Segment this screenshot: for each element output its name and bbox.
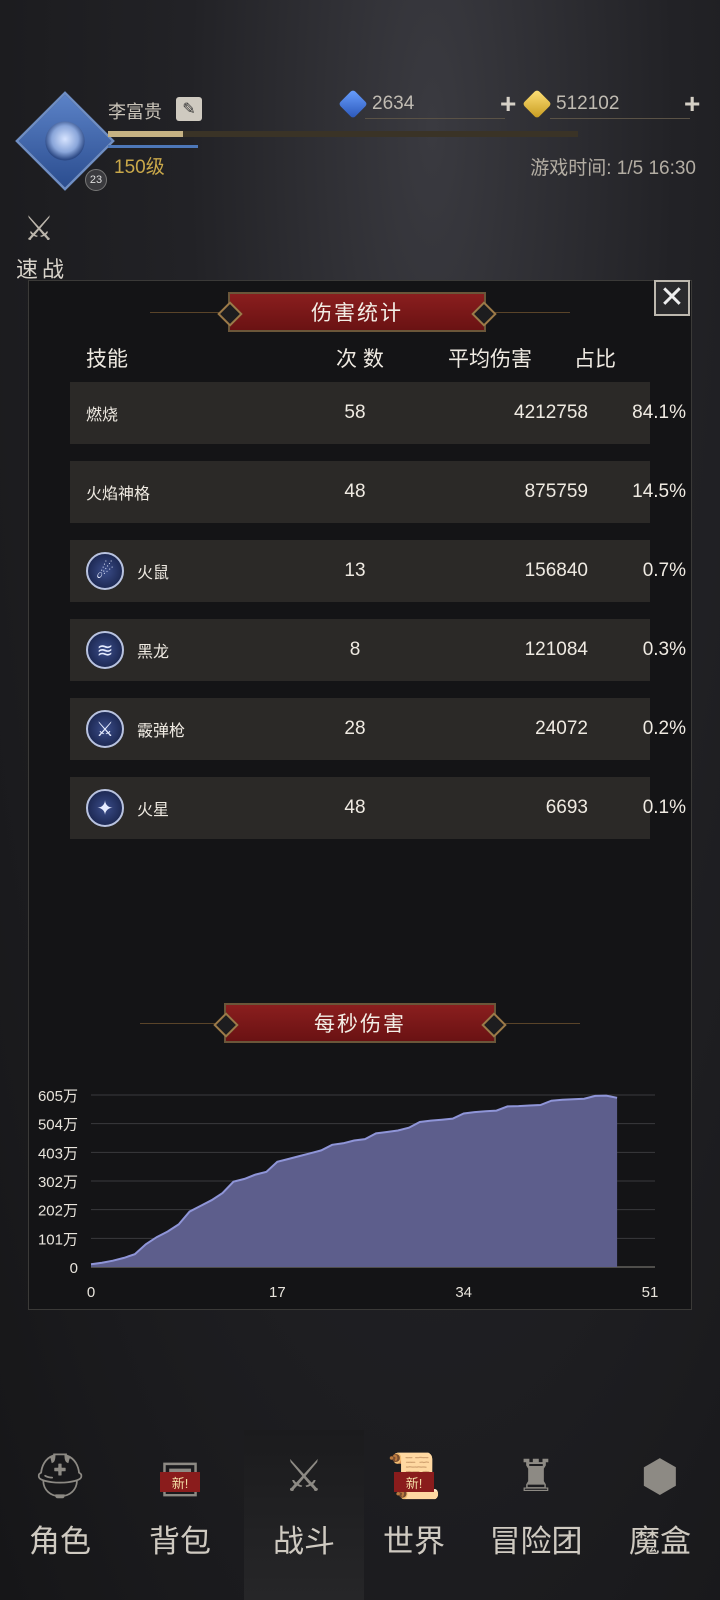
- nav-role[interactable]: ⛑ 角色: [0, 1430, 120, 1600]
- nav-battle[interactable]: ⚔ 战斗: [244, 1430, 364, 1600]
- helmet-icon: ⛑: [32, 1452, 88, 1501]
- nav-label: 世界: [383, 1524, 445, 1559]
- y-tick-label: 403万: [38, 1145, 78, 1162]
- x-tick-label: 51: [642, 1284, 659, 1301]
- y-tick-label: 0: [70, 1260, 78, 1277]
- y-tick-label: 605万: [38, 1088, 78, 1105]
- new-badge: 新!: [160, 1472, 200, 1492]
- shield-sword-icon: ⚔: [284, 1451, 324, 1501]
- y-tick-label: 504万: [38, 1117, 78, 1134]
- x-tick-label: 0: [87, 1284, 95, 1301]
- nav-world[interactable]: 📜 新! 世界: [354, 1430, 474, 1600]
- y-tick-label: 101万: [38, 1231, 78, 1248]
- castle-icon: ♜: [516, 1451, 556, 1501]
- nav-label: 背包: [149, 1524, 211, 1559]
- y-tick-label: 302万: [38, 1174, 78, 1191]
- nav-magic-box[interactable]: ⬢ 魔盒: [600, 1430, 720, 1600]
- magic-box-icon: ⬢: [640, 1451, 680, 1501]
- nav-label: 魔盒: [629, 1524, 691, 1559]
- nav-adventure-team[interactable]: ♜ 冒险团: [476, 1430, 596, 1600]
- y-tick-label: 202万: [38, 1203, 78, 1220]
- bottom-nav: ⛑ 角色 ▣ 新! 背包 ⚔ 战斗 📜 新! 世界 ♜ 冒险团 ⬢ 魔盒: [0, 1430, 720, 1600]
- nav-label: 冒险团: [489, 1524, 583, 1559]
- nav-label: 战斗: [273, 1524, 335, 1559]
- nav-label: 角色: [29, 1524, 91, 1559]
- nav-bag[interactable]: ▣ 新! 背包: [120, 1430, 240, 1600]
- x-tick-label: 34: [455, 1284, 472, 1301]
- new-badge: 新!: [394, 1472, 434, 1492]
- dps-chart: 0 101万 202万 302万 403万 504万 605万 0 17 34 51: [38, 1088, 659, 1301]
- x-tick-label: 17: [269, 1284, 286, 1301]
